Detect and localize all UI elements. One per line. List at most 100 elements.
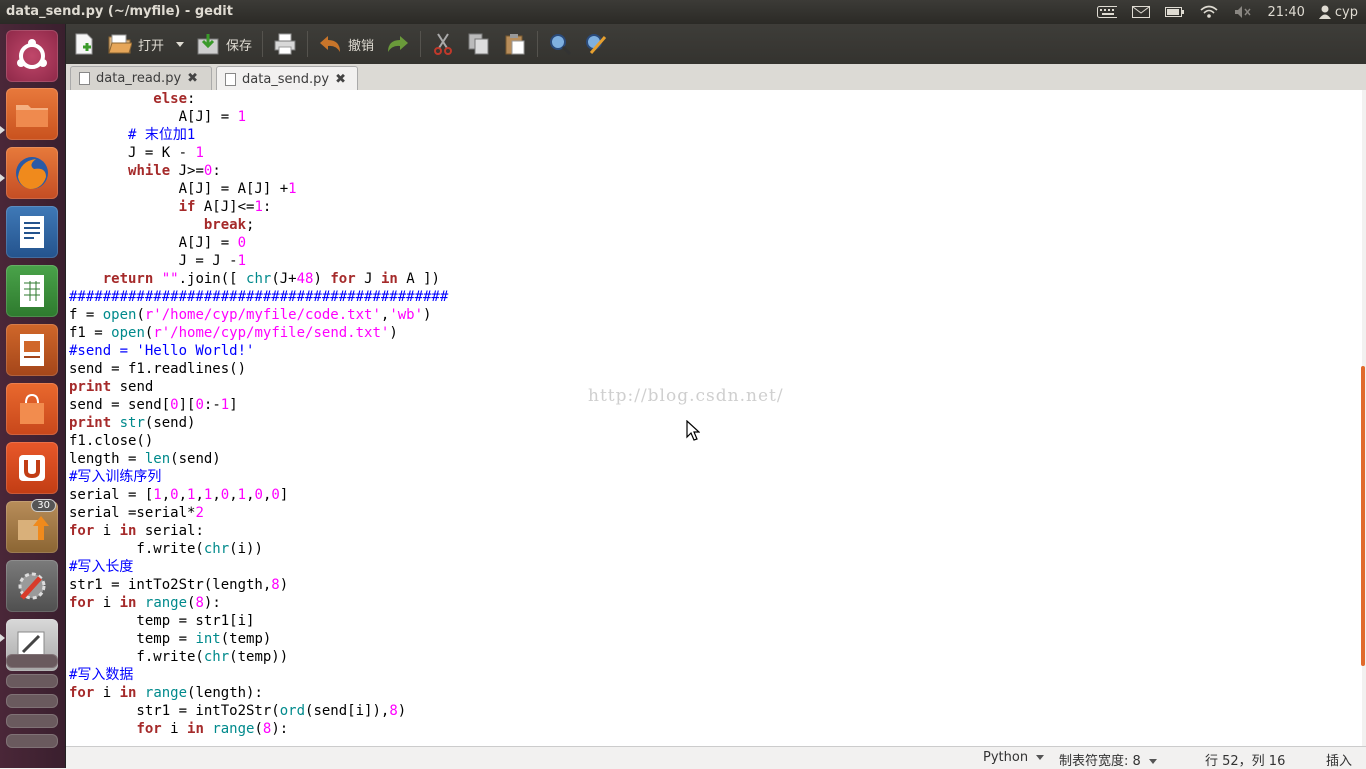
code-line[interactable]: str1 = intTo2Str(ord(send[i]),8) bbox=[69, 702, 448, 720]
code-line[interactable]: f1 = open(r'/home/cyp/myfile/send.txt') bbox=[69, 324, 448, 342]
code-line[interactable]: print str(send) bbox=[69, 414, 448, 432]
launcher-overflow-item[interactable] bbox=[6, 674, 58, 688]
code-line[interactable]: A[J] = A[J] +1 bbox=[69, 180, 448, 198]
keyboard-icon[interactable] bbox=[1097, 5, 1118, 19]
find-button[interactable] bbox=[542, 28, 578, 60]
code-line[interactable]: ########################################… bbox=[69, 288, 448, 306]
launcher-overflow-item[interactable] bbox=[6, 714, 58, 728]
code-line[interactable]: A[J] = 1 bbox=[69, 108, 448, 126]
launcher-dash-button[interactable] bbox=[6, 30, 58, 82]
code-line[interactable]: while J>=0: bbox=[69, 162, 448, 180]
launcher-overflow-item[interactable] bbox=[6, 694, 58, 708]
clock[interactable]: 21:40 bbox=[1267, 5, 1304, 20]
code-line[interactable]: for i in range(length): bbox=[69, 684, 448, 702]
code-line[interactable]: send = send[0][0:-1] bbox=[69, 396, 448, 414]
code-line[interactable]: serial =serial*2 bbox=[69, 504, 448, 522]
launcher-files-button[interactable] bbox=[6, 88, 58, 140]
code-token: # 末位加1 bbox=[128, 127, 196, 143]
code-token: while bbox=[128, 163, 171, 179]
tab-data-read[interactable]: data_read.py ✖ bbox=[70, 66, 212, 90]
code-line[interactable]: J = K - 1 bbox=[69, 144, 448, 162]
code-line[interactable]: return "".join([ chr(J+48) for J in A ]) bbox=[69, 270, 448, 288]
print-button[interactable] bbox=[267, 28, 303, 60]
code-line[interactable]: send = f1.readlines() bbox=[69, 360, 448, 378]
code-line[interactable]: for i in range(8): bbox=[69, 720, 448, 738]
code-line[interactable]: f = open(r'/home/cyp/myfile/code.txt','w… bbox=[69, 306, 448, 324]
code-token: serial: bbox=[136, 523, 204, 539]
code-token: ) bbox=[389, 325, 398, 341]
code-token: chr bbox=[203, 541, 230, 557]
code-line[interactable]: # 末位加1 bbox=[69, 126, 448, 144]
code-line[interactable]: #send = 'Hello World!' bbox=[69, 342, 448, 360]
mail-icon[interactable] bbox=[1131, 5, 1151, 19]
tab-width-selector[interactable]: 制表符宽度: 8 bbox=[1059, 750, 1157, 769]
code-line[interactable]: else: bbox=[69, 90, 448, 108]
user-name: cyp bbox=[1334, 4, 1358, 20]
new-document-button[interactable] bbox=[66, 28, 102, 60]
user-menu[interactable]: cyp bbox=[1318, 4, 1358, 20]
code-token: 0 bbox=[170, 487, 179, 503]
open-recent-dropdown[interactable] bbox=[170, 28, 190, 60]
volume-muted-icon[interactable] bbox=[1233, 5, 1253, 19]
launcher-update-manager-button[interactable]: 30 bbox=[6, 499, 58, 553]
code-line[interactable]: J = J -1 bbox=[69, 252, 448, 270]
launcher-firefox-button[interactable] bbox=[6, 147, 58, 199]
code-line[interactable]: serial = [1,0,1,1,0,1,0,0] bbox=[69, 486, 448, 504]
launcher-calc-button[interactable] bbox=[6, 265, 58, 317]
code-line[interactable]: break; bbox=[69, 216, 448, 234]
redo-button[interactable] bbox=[380, 28, 416, 60]
launcher-workspaces-button[interactable] bbox=[6, 654, 58, 668]
code-token: print bbox=[69, 379, 112, 395]
code-token: : bbox=[212, 163, 221, 179]
language-selector[interactable]: Python bbox=[983, 750, 1045, 765]
scrollbar-thumb[interactable] bbox=[1361, 366, 1365, 666]
launcher-software-center-button[interactable] bbox=[6, 383, 58, 435]
close-tab-icon[interactable]: ✖ bbox=[187, 71, 198, 86]
wifi-icon[interactable] bbox=[1199, 5, 1219, 19]
close-tab-icon[interactable]: ✖ bbox=[335, 72, 346, 87]
battery-icon[interactable] bbox=[1165, 5, 1185, 19]
find-replace-button[interactable] bbox=[578, 28, 614, 60]
presentation-icon bbox=[20, 334, 44, 366]
launcher-system-settings-button[interactable] bbox=[6, 560, 58, 612]
code-line[interactable]: str1 = intTo2Str(length,8) bbox=[69, 576, 448, 594]
code-token: A[J] = A[J] + bbox=[69, 181, 289, 197]
code-line[interactable]: print send bbox=[69, 378, 448, 396]
code-line[interactable]: f.write(chr(temp)) bbox=[69, 648, 448, 666]
toolbar-separator bbox=[307, 31, 309, 57]
tab-data-send[interactable]: data_send.py ✖ bbox=[216, 66, 358, 91]
code-line[interactable]: if A[J]<=1: bbox=[69, 198, 448, 216]
code-editor[interactable]: else: A[J] = 1 # 末位加1 J = K - 1 while J>… bbox=[66, 90, 1362, 746]
code-line[interactable]: #写入长度 bbox=[69, 558, 448, 576]
code-line[interactable]: A[J] = 0 bbox=[69, 234, 448, 252]
launcher-writer-button[interactable] bbox=[6, 206, 58, 258]
code-token: f.write( bbox=[69, 541, 204, 557]
ubuntu-logo-icon bbox=[17, 39, 47, 69]
copy-button[interactable] bbox=[461, 28, 497, 60]
code-text[interactable]: else: A[J] = 1 # 末位加1 J = K - 1 while J>… bbox=[69, 90, 448, 738]
code-line[interactable]: length = len(send) bbox=[69, 450, 448, 468]
paste-button[interactable] bbox=[497, 28, 533, 60]
cut-button[interactable] bbox=[425, 28, 461, 60]
code-line[interactable]: #写入训练序列 bbox=[69, 468, 448, 486]
code-line[interactable]: f1.close() bbox=[69, 432, 448, 450]
save-button[interactable]: 保存 bbox=[190, 28, 258, 60]
code-line[interactable]: for i in range(8): bbox=[69, 594, 448, 612]
open-button[interactable]: 打开 bbox=[102, 28, 170, 60]
code-token: range bbox=[144, 595, 188, 611]
toolbar-separator bbox=[262, 31, 264, 57]
code-line[interactable]: f.write(chr(i)) bbox=[69, 540, 448, 558]
code-line[interactable]: #写入数据 bbox=[69, 666, 448, 684]
code-token: #写入训练序列 bbox=[69, 469, 162, 485]
code-line[interactable]: for i in serial: bbox=[69, 522, 448, 540]
undo-button[interactable]: 撤销 bbox=[312, 28, 380, 60]
code-token: ########################################… bbox=[69, 289, 449, 305]
code-token: for bbox=[136, 721, 162, 737]
code-line[interactable]: temp = int(temp) bbox=[69, 630, 448, 648]
code-token: r'/home/cyp/myfile/send.txt' bbox=[153, 325, 390, 341]
launcher-overflow-item[interactable] bbox=[6, 734, 58, 748]
launcher-impress-button[interactable] bbox=[6, 324, 58, 376]
launcher-ubuntu-one-button[interactable] bbox=[6, 442, 58, 494]
code-line[interactable]: temp = str1[i] bbox=[69, 612, 448, 630]
